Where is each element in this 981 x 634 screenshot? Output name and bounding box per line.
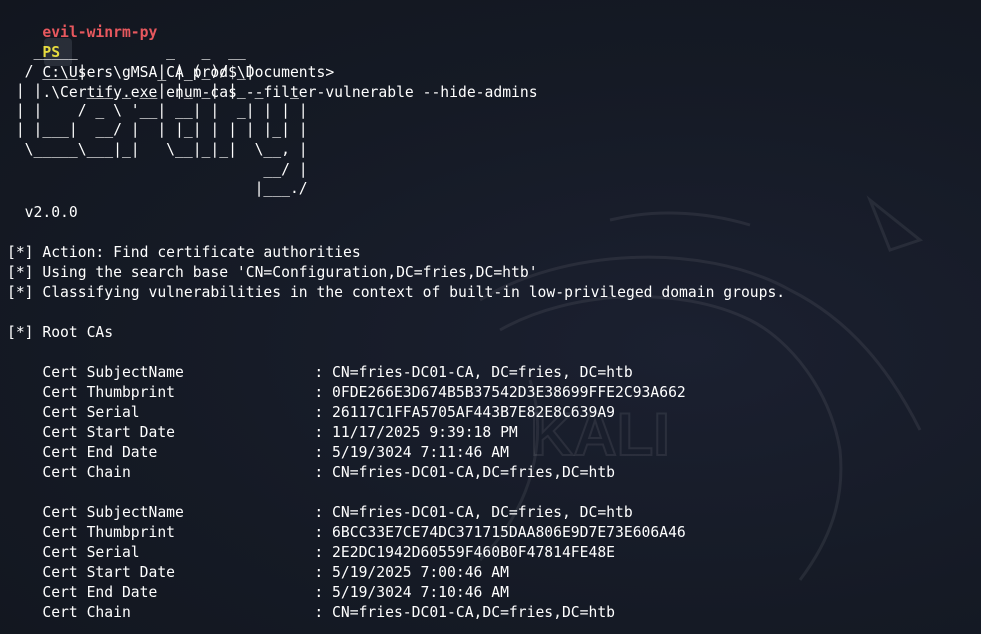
cert-field-label: Cert Serial [42,544,140,561]
cert-field-label: Cert Chain [42,464,131,481]
cert-field-label: Cert SubjectName [42,364,184,381]
cert-field-label: Cert Start Date [42,424,176,441]
cert-field-label: Cert Thumbprint [42,384,176,401]
cert-field-row: Cert SubjectName : CN=fries-DC01-CA, DC=f… [7,503,633,523]
cert-field-label: Cert Thumbprint [42,524,176,541]
output-search-base: [*] Using the search base 'CN=Configurat… [7,264,538,281]
cert-field-label: Cert SubjectName [42,504,184,521]
cert-field-row: Cert Start Date : 5/19/2025 7:00:46 AM [7,563,509,583]
cert-field-value: : 5/19/3024 7:10:46 AM [314,584,509,601]
cert-field-label: Cert Serial [42,404,140,421]
terminal-window[interactable]: KALI evil-winrm-py PS C:\Users\gMSA_CA_p… [0,0,981,634]
cert-field-value: : 26117C1FFA5705AF443B7E82E8C639A9 [314,404,616,421]
cert-field-row: Cert End Date : 5/19/3024 7:11:46 AM [7,443,509,463]
cert-field-label: Cert Start Date [42,564,176,581]
cert-field-label: Cert End Date [42,444,158,461]
cert-field-row: Cert Serial : 26117C1FFA5705AF443B7E82E8C… [7,403,615,423]
cert-field-value: : CN=fries-DC01-CA,DC=fries,DC=htb [314,604,616,621]
cert-field-row: Cert Thumbprint : 0FDE266E3D674B5B37542D3… [7,383,686,403]
certify-ascii-banner: _____ _ _ __ / ____| | | (_)/ _| | | ___… [15,43,308,198]
cert-field-value: : 0FDE266E3D674B5B37542D3E38699FFE2C93A6… [314,384,686,401]
prompt-user: evil-winrm-py [42,24,158,41]
prompt-line[interactable]: evil-winrm-py PS C:\Users\gMSA_CA_prod$\… [7,3,537,101]
cert-field-row: Cert Start Date : 11/17/2025 9:39:18 PM [7,423,518,443]
cert-field-row: Cert SubjectName : CN=fries-DC01-CA, DC=f… [7,363,633,383]
cert-field-row: Cert End Date : 5/19/3024 7:10:46 AM [7,583,509,603]
version-text: v2.0.0 [7,204,78,221]
output-root-cas: [*] Root CAs [7,324,114,341]
cert-field-value: : CN=fries-DC01-CA, DC=fries, DC=htb [314,364,633,381]
cert-field-row: Cert Thumbprint : 6BCC33E7CE74DC371715DAA… [7,523,686,543]
cert-field-value: : 11/17/2025 9:39:18 PM [314,424,518,441]
cert-field-value: : CN=fries-DC01-CA,DC=fries,DC=htb [314,464,616,481]
cert-field-value: : 2E2DC1942D60559F460B0F47814FE48E [314,544,616,561]
output-classifying: [*] Classifying vulnerabilities in the c… [7,284,786,301]
cert-field-value: : CN=fries-DC01-CA, DC=fries, DC=htb [314,504,633,521]
output-action: [*] Action: Find certificate authorities [7,244,361,261]
cert-field-label: Cert Chain [42,604,131,621]
cert-field-row: Cert Chain : CN=fries-DC01-CA,DC=fries,DC… [7,603,615,623]
cert-field-label: Cert End Date [42,584,158,601]
cert-field-row: Cert Serial : 2E2DC1942D60559F460B0F47814… [7,543,615,563]
cert-field-value: : 5/19/3024 7:11:46 AM [314,444,509,461]
cert-field-value: : 6BCC33E7CE74DC371715DAA806E9D7E73E606A… [314,524,686,541]
cert-field-value: : 5/19/2025 7:00:46 AM [314,564,509,581]
cert-field-row: Cert Chain : CN=fries-DC01-CA,DC=fries,DC… [7,463,615,483]
